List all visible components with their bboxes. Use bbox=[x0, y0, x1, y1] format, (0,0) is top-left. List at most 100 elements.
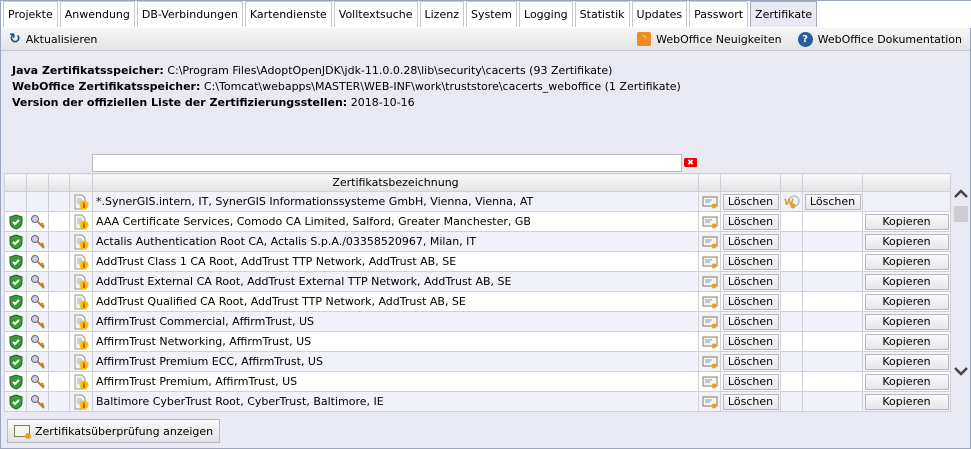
certificate-name[interactable]: AffirmTrust Premium ECC, AffirmTrust, US bbox=[92, 351, 699, 372]
col-java-delete bbox=[720, 173, 781, 192]
certificate-icon[interactable] bbox=[702, 394, 718, 410]
certificate-icon[interactable] bbox=[702, 334, 718, 350]
key-icon bbox=[30, 354, 45, 369]
tab-anwendung[interactable]: Anwendung bbox=[59, 1, 135, 27]
copy-button[interactable]: Kopieren bbox=[864, 233, 949, 250]
delete-java-button[interactable]: Löschen bbox=[722, 353, 779, 370]
certificate-name[interactable]: AffirmTrust Commercial, AffirmTrust, US bbox=[92, 311, 699, 332]
tab-db-verbindungen[interactable]: DB-Verbindungen bbox=[136, 1, 243, 27]
copy-button[interactable]: Kopieren bbox=[864, 273, 949, 290]
certificate-name[interactable]: Baltimore CyberTrust Root, CyberTrust, B… bbox=[92, 391, 699, 412]
certificate-name[interactable]: AddTrust Class 1 CA Root, AddTrust TTP N… bbox=[92, 251, 699, 272]
java-cert-cell[interactable] bbox=[698, 371, 721, 392]
java-cert-cell[interactable] bbox=[698, 311, 721, 332]
certificate-icon[interactable] bbox=[702, 354, 718, 370]
java-cert-cell[interactable] bbox=[698, 291, 721, 312]
certificate-name[interactable]: AffirmTrust Premium, AffirmTrust, US bbox=[92, 371, 699, 392]
tab-passwort[interactable]: Passwort bbox=[689, 1, 749, 27]
key-cell bbox=[26, 391, 49, 412]
delete-java-button[interactable]: Löschen bbox=[722, 333, 779, 350]
news-link[interactable]: ◝ WebOffice Neuigkeiten bbox=[629, 32, 789, 46]
copy-cell: Kopieren bbox=[862, 331, 951, 352]
info-cell[interactable]: i bbox=[69, 331, 93, 352]
delete-java-button[interactable]: Löschen bbox=[722, 273, 779, 290]
java-cert-cell[interactable] bbox=[698, 251, 721, 272]
delete-java-button[interactable]: Löschen bbox=[722, 373, 779, 390]
copy-button[interactable]: Kopieren bbox=[864, 373, 949, 390]
delete-java-button[interactable]: Löschen bbox=[722, 293, 779, 310]
show-cert-check-button[interactable]: Zertifikatsüberprüfung anzeigen bbox=[7, 419, 221, 443]
copy-cell bbox=[862, 191, 951, 212]
col-copy bbox=[862, 173, 951, 192]
certificate-icon[interactable] bbox=[702, 294, 718, 310]
weboffice-certificate-icon[interactable]: W bbox=[784, 194, 800, 210]
docs-link[interactable]: ? WebOffice Dokumentation bbox=[790, 31, 970, 47]
info-cell[interactable]: i bbox=[69, 251, 93, 272]
copy-button[interactable]: Kopieren bbox=[864, 393, 949, 410]
delete-java-button[interactable]: Löschen bbox=[722, 393, 779, 410]
col-name[interactable]: Zertifikatsbezeichnung bbox=[92, 173, 699, 192]
info-cell[interactable]: i bbox=[69, 311, 93, 332]
copy-button[interactable]: Kopieren bbox=[864, 253, 949, 270]
tab-updates[interactable]: Updates bbox=[631, 1, 688, 27]
document-info-icon: i bbox=[74, 334, 89, 350]
java-cert-cell[interactable] bbox=[698, 191, 721, 212]
tab-system[interactable]: System bbox=[465, 1, 518, 27]
scrollbar[interactable] bbox=[952, 181, 970, 411]
tab-zertifikate[interactable]: Zertifikate bbox=[750, 1, 818, 27]
certificate-icon[interactable] bbox=[702, 254, 718, 270]
java-cert-cell[interactable] bbox=[698, 231, 721, 252]
delete-java-button[interactable]: Löschen bbox=[722, 233, 779, 250]
wo-cert-cell bbox=[780, 251, 803, 272]
certificate-name[interactable]: Actalis Authentication Root CA, Actalis … bbox=[92, 231, 699, 252]
certificate-name[interactable]: AffirmTrust Networking, AffirmTrust, US bbox=[92, 331, 699, 352]
info-cell[interactable]: i bbox=[69, 351, 93, 372]
copy-button[interactable]: Kopieren bbox=[864, 313, 949, 330]
java-cert-cell[interactable] bbox=[698, 331, 721, 352]
info-cell[interactable]: i bbox=[69, 231, 93, 252]
info-cell[interactable]: i bbox=[69, 371, 93, 392]
certificate-icon[interactable] bbox=[702, 214, 718, 230]
java-cert-cell[interactable] bbox=[698, 211, 721, 232]
delete-weboffice-button[interactable]: Löschen bbox=[804, 193, 861, 210]
tab-lizenz[interactable]: Lizenz bbox=[419, 1, 464, 27]
tab-logging[interactable]: Logging bbox=[519, 1, 573, 27]
delete-java-button[interactable]: Löschen bbox=[722, 253, 779, 270]
certificate-icon[interactable] bbox=[702, 234, 718, 250]
delete-java-button[interactable]: Löschen bbox=[722, 213, 779, 230]
clear-filter-icon[interactable]: ✖ bbox=[684, 158, 697, 167]
tab-projekte[interactable]: Projekte bbox=[3, 1, 58, 27]
copy-button[interactable]: Kopieren bbox=[864, 213, 949, 230]
filter-input[interactable] bbox=[92, 154, 682, 172]
certificate-name[interactable]: AAA Certificate Services, Comodo CA Limi… bbox=[92, 211, 699, 232]
tab-kartendienste[interactable]: Kartendienste bbox=[244, 1, 332, 27]
document-info-icon: i bbox=[74, 314, 89, 330]
delete-java-button[interactable]: Löschen bbox=[722, 193, 779, 210]
java-cert-cell[interactable] bbox=[698, 351, 721, 372]
copy-button[interactable]: Kopieren bbox=[864, 293, 949, 310]
col-info bbox=[69, 173, 93, 192]
java-cert-cell[interactable] bbox=[698, 271, 721, 292]
delete-java-button[interactable]: Löschen bbox=[722, 313, 779, 330]
copy-button[interactable]: Kopieren bbox=[864, 353, 949, 370]
tab-statistik[interactable]: Statistik bbox=[574, 1, 630, 27]
info-cell[interactable]: i bbox=[69, 271, 93, 292]
certificate-icon[interactable] bbox=[702, 274, 718, 290]
col-blank bbox=[48, 173, 70, 192]
tab-volltextsuche[interactable]: Volltextsuche bbox=[333, 1, 418, 27]
certificate-name[interactable]: AddTrust Qualified CA Root, AddTrust TTP… bbox=[92, 291, 699, 312]
wo-cert-cell bbox=[780, 331, 803, 352]
shield-check-icon bbox=[9, 353, 22, 370]
info-cell[interactable]: i bbox=[69, 291, 93, 312]
java-cert-cell[interactable] bbox=[698, 391, 721, 412]
info-cell[interactable]: i bbox=[69, 211, 93, 232]
refresh-button[interactable]: ↻ Aktualisieren bbox=[1, 31, 105, 47]
copy-button[interactable]: Kopieren bbox=[864, 333, 949, 350]
certificate-name[interactable]: *.SynerGIS.intern, IT, SynerGIS Informat… bbox=[92, 191, 699, 212]
certificate-icon[interactable] bbox=[702, 374, 718, 390]
certificate-icon[interactable] bbox=[702, 194, 718, 210]
info-cell[interactable]: i bbox=[69, 191, 93, 212]
info-cell[interactable]: i bbox=[69, 391, 93, 412]
certificate-icon[interactable] bbox=[702, 314, 718, 330]
certificate-name[interactable]: AddTrust External CA Root, AddTrust Exte… bbox=[92, 271, 699, 292]
